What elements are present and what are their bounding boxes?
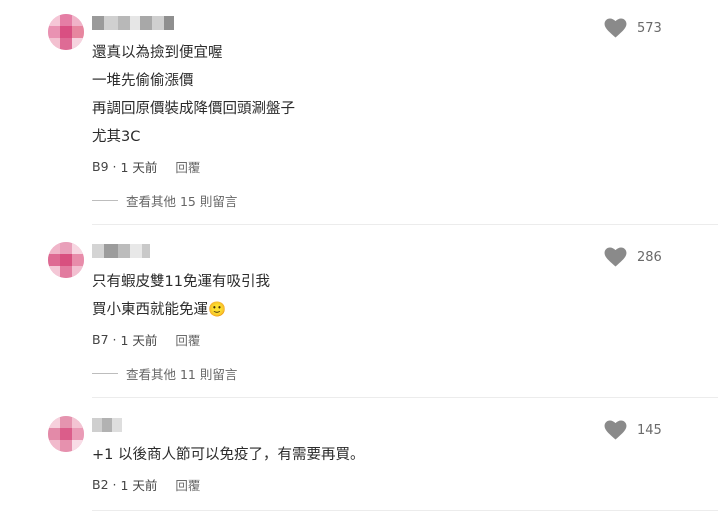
divider: [92, 224, 718, 225]
meta-separator: ·: [108, 159, 121, 174]
like-count: 145: [637, 422, 662, 438]
avatar[interactable]: [48, 416, 84, 452]
heart-icon: [604, 247, 627, 267]
meta-separator: ·: [108, 332, 121, 347]
comment-text-line: 一堆先偷偷漲價: [92, 73, 194, 89]
view-more-label: 查看其他 11 則留言: [126, 367, 238, 382]
heart-icon: [604, 18, 627, 38]
comment-meta: B7 · 1 天前 回覆: [92, 330, 200, 349]
username-blurred[interactable]: [92, 16, 174, 30]
like-button[interactable]: 145: [604, 420, 662, 440]
meta-separator: ·: [108, 477, 121, 492]
avatar[interactable]: [48, 242, 84, 278]
comment-text-line: 尤其3C: [92, 129, 141, 145]
divider: [92, 397, 718, 398]
username-blurred[interactable]: [92, 418, 122, 432]
floor-number: B9: [92, 159, 109, 174]
divider: [92, 510, 718, 511]
dash-divider: [92, 200, 118, 201]
view-more-replies[interactable]: 查看其他 11 則留言: [92, 364, 237, 383]
comment-text-line: 還真以為撿到便宜喔: [92, 45, 223, 61]
reply-button[interactable]: 回覆: [175, 157, 200, 176]
avatar[interactable]: [48, 14, 84, 50]
comment-item: 還真以為撿到便宜喔 一堆先偷偷漲價 再調回原價裝成降價回頭涮盤子 尤其3C B9…: [0, 0, 719, 220]
floor-number: B7: [92, 332, 109, 347]
like-button[interactable]: 286: [604, 247, 662, 267]
comment-meta: B9 · 1 天前 回覆: [92, 157, 200, 176]
view-more-label: 查看其他 15 則留言: [126, 194, 238, 209]
comment-item: +1 以後商人節可以免疫了，有需要再買。 B2 · 1 天前 回覆 145: [0, 403, 719, 513]
comment-time: 1 天前: [120, 160, 158, 175]
comment-meta: B2 · 1 天前 回覆: [92, 475, 200, 494]
comment-text-line: 買小東西就能免運🙂: [92, 302, 227, 318]
username-blurred[interactable]: [92, 244, 150, 258]
heart-icon: [604, 420, 627, 440]
comment-text-line: 再調回原價裝成降價回頭涮盤子: [92, 101, 295, 117]
comment-item: 只有蝦皮雙11免運有吸引我 買小東西就能免運🙂 B7 · 1 天前 回覆 查看其…: [0, 230, 719, 400]
view-more-replies[interactable]: 查看其他 15 則留言: [92, 191, 237, 210]
comment-time: 1 天前: [120, 478, 158, 493]
like-count: 286: [637, 249, 662, 265]
reply-button[interactable]: 回覆: [175, 475, 200, 494]
dash-divider: [92, 373, 118, 374]
like-button[interactable]: 573: [604, 18, 662, 38]
comment-time: 1 天前: [120, 333, 158, 348]
floor-number: B2: [92, 477, 109, 492]
comment-text-line: +1 以後商人節可以免疫了，有需要再買。: [92, 447, 365, 463]
like-count: 573: [637, 20, 662, 36]
comment-text-line: 只有蝦皮雙11免運有吸引我: [92, 274, 270, 290]
reply-button[interactable]: 回覆: [175, 330, 200, 349]
